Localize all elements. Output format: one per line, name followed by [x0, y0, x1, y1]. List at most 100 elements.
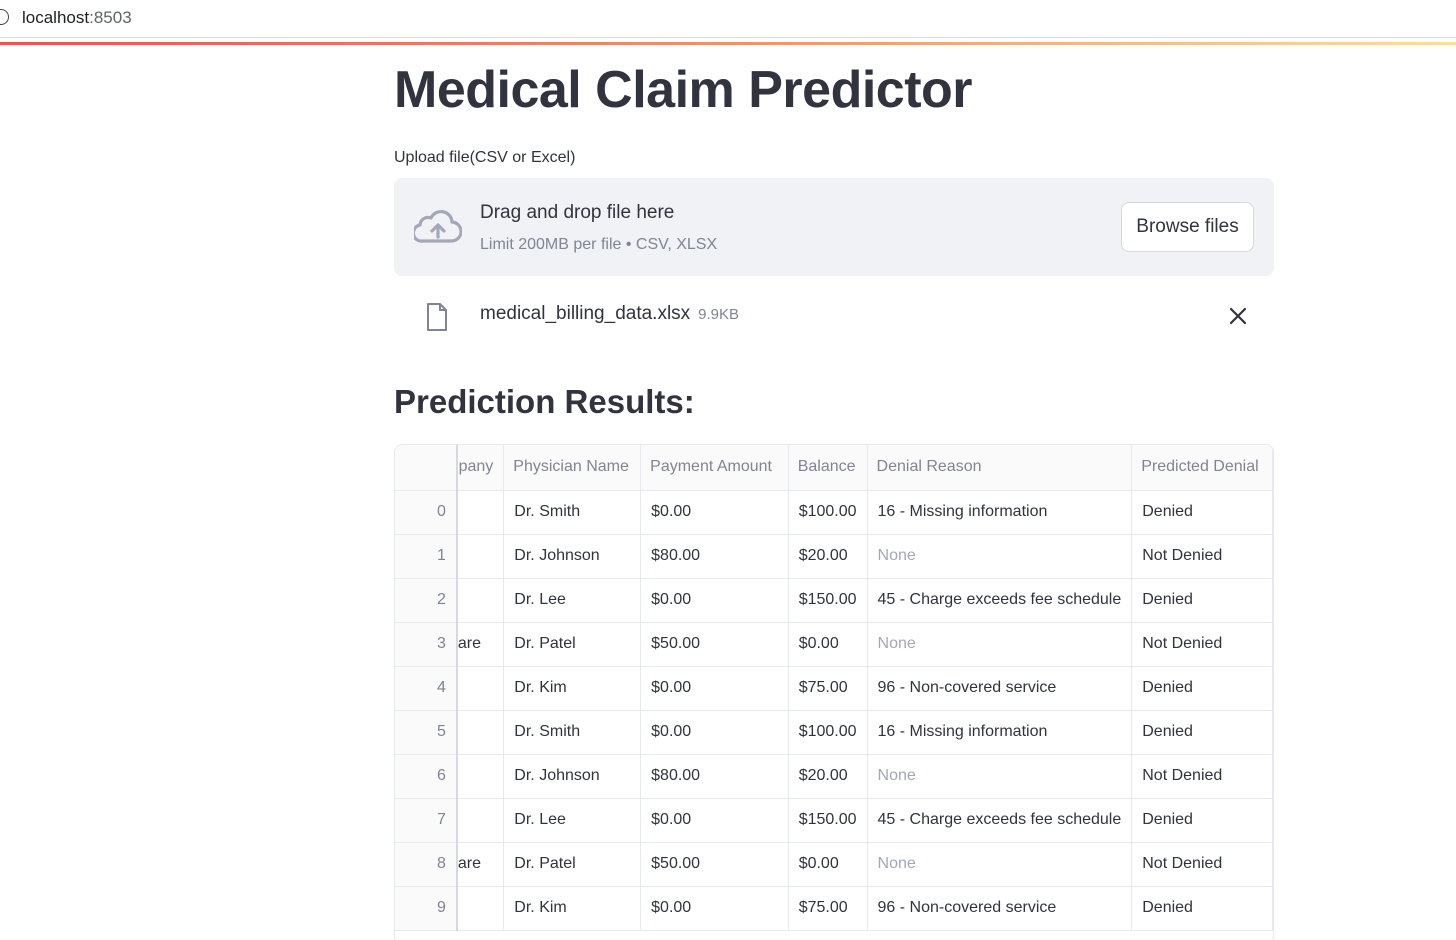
predicted-denial-cell[interactable]: Denied — [1131, 798, 1273, 843]
balance-cell[interactable]: $75.00 — [788, 886, 868, 931]
column-header-physician-name[interactable]: Physician Name — [503, 445, 642, 491]
index-cell[interactable]: 5 — [395, 710, 458, 755]
predicted-denial-cell[interactable]: Not Denied — [1131, 622, 1273, 667]
results-table[interactable]: pany Physician Name Payment Amount Balan… — [394, 444, 1274, 940]
company-cell[interactable] — [456, 798, 505, 843]
physician-name-cell[interactable]: Dr. Johnson — [503, 754, 642, 799]
physician-name-cell[interactable]: Dr. Smith — [503, 710, 642, 755]
payment-amount-cell[interactable]: $0.00 — [640, 666, 789, 711]
physician-name-cell[interactable]: Dr. Kim — [503, 886, 642, 931]
payment-amount-cell[interactable]: $80.00 — [640, 754, 789, 799]
column-header-payment-amount[interactable]: Payment Amount — [640, 445, 789, 491]
results-heading: Prediction Results: — [394, 383, 695, 420]
predicted-denial-cell[interactable]: Denied — [1131, 710, 1273, 755]
index-cell[interactable]: 8 — [395, 842, 458, 887]
index-cell[interactable]: 7 — [395, 798, 458, 843]
payment-amount-cell[interactable]: $0.00 — [640, 490, 789, 535]
company-cell[interactable] — [456, 710, 505, 755]
index-cell[interactable]: 1 — [395, 534, 458, 579]
company-cell[interactable] — [456, 534, 505, 579]
balance-cell[interactable]: $0.00 — [788, 842, 868, 887]
physician-name-cell[interactable]: Dr. Patel — [503, 622, 642, 667]
page-title: Medical Claim Predictor — [394, 61, 973, 119]
uploaded-file-row: medical_billing_data.xlsx 9.9KB — [394, 292, 1274, 336]
denial-reason-cell[interactable]: None — [867, 842, 1133, 887]
predicted-denial-cell[interactable]: Denied — [1131, 578, 1273, 623]
close-icon[interactable] — [1229, 307, 1247, 325]
balance-cell[interactable]: $100.00 — [788, 490, 868, 535]
index-cell[interactable]: 4 — [395, 666, 458, 711]
column-header-index[interactable] — [395, 445, 458, 491]
column-header-balance[interactable]: Balance — [788, 445, 868, 491]
index-cell[interactable]: 2 — [395, 578, 458, 623]
table-row: 3 are Dr. Patel $50.00 $0.00 None Not Denied — [395, 622, 1273, 667]
denial-reason-cell[interactable]: 45 - Charge exceeds fee schedule — [867, 578, 1133, 623]
file-dropzone[interactable]: Drag and drop file here Limit 200MB per … — [394, 178, 1274, 276]
balance-cell[interactable]: $150.00 — [788, 578, 868, 623]
payment-amount-cell[interactable]: $50.00 — [640, 622, 789, 667]
predicted-denial-cell[interactable]: Not Denied — [1131, 534, 1273, 579]
site-info-icon[interactable] — [0, 9, 9, 25]
table-row: 2 Dr. Lee $0.00 $150.00 45 - Charge exceeds … — [395, 578, 1273, 623]
denial-reason-cell[interactable]: 45 - Charge exceeds fee schedule — [867, 798, 1133, 843]
company-cell[interactable] — [456, 666, 505, 711]
company-cell[interactable] — [456, 754, 505, 799]
company-cell[interactable] — [456, 490, 505, 535]
physician-name-cell[interactable]: Dr. Kim — [503, 666, 642, 711]
predicted-denial-cell[interactable]: Denied — [1131, 886, 1273, 931]
balance-cell[interactable]: $0.00 — [788, 622, 868, 667]
column-header-company[interactable]: pany — [456, 445, 505, 491]
denial-reason-cell[interactable]: None — [867, 754, 1133, 799]
index-cell[interactable]: 9 — [395, 886, 458, 931]
denial-reason-cell[interactable]: 96 - Non-covered service — [867, 666, 1133, 711]
physician-name-cell[interactable]: Dr. Johnson — [503, 534, 642, 579]
company-cell[interactable]: are — [456, 842, 505, 887]
table-row: 6 Dr. Johnson $80.00 $20.00 None Not Denied — [395, 754, 1273, 799]
upload-label: Upload file(CSV or Excel) — [394, 149, 576, 166]
payment-amount-cell[interactable]: $80.00 — [640, 534, 789, 579]
browse-files-button[interactable]: Browse files — [1121, 202, 1254, 252]
table-row: 8 are Dr. Patel $50.00 $0.00 None Not Denied — [395, 842, 1273, 887]
payment-amount-cell[interactable]: $0.00 — [640, 710, 789, 755]
url-text[interactable]: localhost:8503 — [22, 8, 132, 28]
physician-name-cell[interactable]: Dr. Patel — [503, 842, 642, 887]
payment-amount-cell[interactable]: $50.00 — [640, 842, 789, 887]
company-cell[interactable]: are — [456, 622, 505, 667]
url-port: :8503 — [89, 8, 132, 27]
company-cell[interactable] — [456, 578, 505, 623]
dropzone-limit-text: Limit 200MB per file • CSV, XLSX — [480, 236, 718, 253]
balance-cell[interactable]: $75.00 — [788, 666, 868, 711]
table-row: 5 Dr. Smith $0.00 $100.00 16 - Missing infor… — [395, 710, 1273, 755]
denial-reason-cell[interactable]: None — [867, 534, 1133, 579]
balance-cell[interactable]: $100.00 — [788, 710, 868, 755]
table-row: 4 Dr. Kim $0.00 $75.00 96 - Non-covered serv… — [395, 666, 1273, 711]
denial-reason-cell[interactable]: None — [867, 622, 1133, 667]
predicted-denial-cell[interactable]: Not Denied — [1131, 754, 1273, 799]
index-cell[interactable]: 6 — [395, 754, 458, 799]
balance-cell[interactable]: $20.00 — [788, 754, 868, 799]
denial-reason-cell[interactable]: 16 - Missing information — [867, 710, 1133, 755]
predicted-denial-cell[interactable]: Denied — [1131, 666, 1273, 711]
column-header-denial-reason[interactable]: Denial Reason — [867, 445, 1133, 491]
balance-cell[interactable]: $20.00 — [788, 534, 868, 579]
predicted-denial-cell[interactable]: Not Denied — [1131, 842, 1273, 887]
index-cell[interactable]: 3 — [395, 622, 458, 667]
physician-name-cell[interactable]: Dr. Lee — [503, 578, 642, 623]
column-header-predicted-denial[interactable]: Predicted Denial — [1131, 445, 1273, 491]
company-cell[interactable] — [456, 886, 505, 931]
denial-reason-cell[interactable]: 16 - Missing information — [867, 490, 1133, 535]
index-cell[interactable]: 0 — [395, 490, 458, 535]
payment-amount-cell[interactable]: $0.00 — [640, 798, 789, 843]
file-size: 9.9KB — [698, 306, 740, 323]
predicted-denial-cell[interactable]: Denied — [1131, 490, 1273, 535]
payment-amount-cell[interactable]: $0.00 — [640, 578, 789, 623]
url-host: localhost — [22, 8, 90, 27]
table-row: 9 Dr. Kim $0.00 $75.00 96 - Non-covered serv… — [395, 886, 1273, 931]
payment-amount-cell[interactable]: $0.00 — [640, 886, 789, 931]
denial-reason-cell[interactable]: 96 - Non-covered service — [867, 886, 1133, 931]
physician-name-cell[interactable]: Dr. Lee — [503, 798, 642, 843]
balance-cell[interactable]: $150.00 — [788, 798, 868, 843]
file-icon — [427, 303, 447, 331]
physician-name-cell[interactable]: Dr. Smith — [503, 490, 642, 535]
browser-address-bar: localhost:8503 — [0, 0, 1456, 38]
